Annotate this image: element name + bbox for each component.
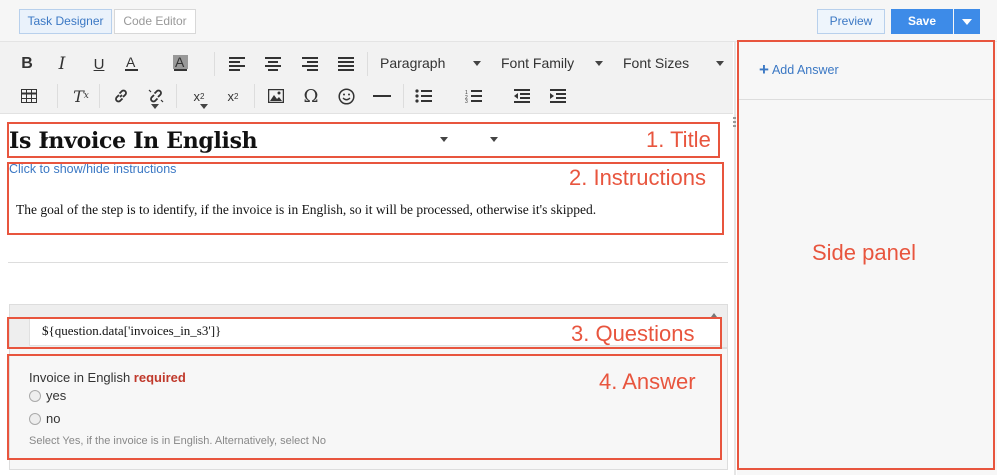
toolbar-separator <box>214 52 215 76</box>
align-left-icon[interactable] <box>224 51 250 77</box>
image-icon[interactable] <box>263 83 289 109</box>
chevron-down-icon <box>473 61 481 66</box>
annotation-side-panel-label: Side panel <box>812 240 916 265</box>
annotation-instructions-label: 2. Instructions <box>569 165 706 190</box>
outdent-icon[interactable] <box>509 83 535 109</box>
svg-text:A: A <box>175 55 185 70</box>
align-right-icon[interactable] <box>297 51 323 77</box>
chevron-down-icon <box>962 19 972 25</box>
font-size-select[interactable]: Font Sizes <box>623 50 728 76</box>
toolbar-separator <box>99 84 100 108</box>
font-family-select[interactable]: Font Family <box>501 50 606 76</box>
toolbar-separator <box>254 84 255 108</box>
panel-splitter[interactable] <box>734 42 736 475</box>
tab-code-editor[interactable]: Code Editor <box>114 9 196 34</box>
emoji-icon[interactable] <box>333 83 359 109</box>
bold-icon[interactable]: B <box>14 51 40 77</box>
annotation-title-label: 1. Title <box>646 127 711 152</box>
align-justify-icon[interactable] <box>333 51 359 77</box>
toolbar-separator <box>176 84 177 108</box>
unlink-icon[interactable] <box>143 83 169 109</box>
text-color-icon[interactable]: A <box>119 51 145 77</box>
special-char-icon[interactable]: Ω <box>298 83 324 109</box>
save-button[interactable]: Save <box>891 9 953 34</box>
editor-toolbar: B I U A A Paragraph Font Family Font Siz… <box>0 42 733 142</box>
bullet-list-icon[interactable] <box>410 83 436 109</box>
align-center-icon[interactable] <box>260 51 286 77</box>
numbered-list-icon[interactable]: 123 <box>460 83 486 109</box>
clear-formatting-icon[interactable]: Tx <box>68 83 94 109</box>
link-icon[interactable] <box>108 83 134 109</box>
save-dropdown-button[interactable] <box>954 9 980 34</box>
content-divider <box>8 262 728 263</box>
table-icon[interactable] <box>16 83 42 109</box>
annotation-title-box <box>7 122 720 158</box>
toolbar-separator <box>57 84 58 108</box>
preview-button[interactable]: Preview <box>817 9 885 34</box>
svg-text:3: 3 <box>465 99 468 103</box>
indent-icon[interactable] <box>545 83 571 109</box>
chevron-down-icon <box>716 61 724 66</box>
top-bar: Task Designer Code Editor Preview Save <box>0 0 997 42</box>
tab-task-designer[interactable]: Task Designer <box>19 9 112 34</box>
annotation-answer-label: 4. Answer <box>599 369 696 394</box>
horizontal-rule-icon[interactable] <box>369 83 395 109</box>
chevron-down-icon <box>595 61 603 66</box>
background-color-icon[interactable]: A <box>168 51 194 77</box>
underline-icon[interactable]: U <box>86 51 112 77</box>
toolbar-separator <box>367 52 368 76</box>
paragraph-format-select[interactable]: Paragraph <box>380 50 485 76</box>
svg-text:A: A <box>126 55 136 70</box>
subscript-icon[interactable]: x2 <box>186 83 212 109</box>
annotation-questions-label: 3. Questions <box>571 321 695 346</box>
toolbar-separator <box>403 84 404 108</box>
italic-icon[interactable]: I <box>49 51 75 77</box>
superscript-icon[interactable]: x2 <box>220 83 246 109</box>
